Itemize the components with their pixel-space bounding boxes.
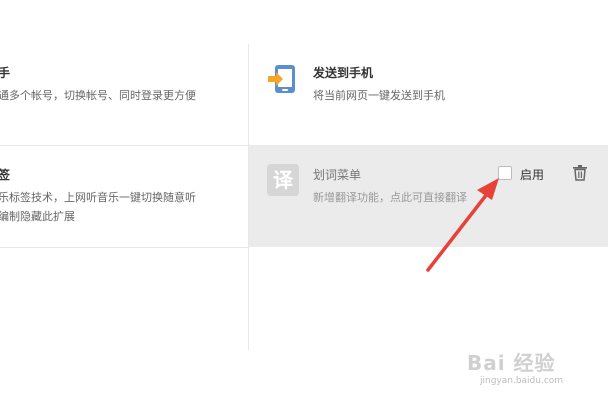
enable-checkbox[interactable] (498, 166, 512, 180)
enable-label[interactable]: 启用 (520, 166, 544, 183)
baidu-watermark-url: jingyan.baidu.com (480, 376, 564, 386)
phone-send-icon (268, 65, 295, 93)
translate-icon: 译 (267, 164, 299, 196)
extension-desc-line-2: 编制隐藏此扩展 (0, 210, 75, 223)
extension-title: 签 (0, 168, 11, 182)
extension-desc: 将当前网页一键发送到手机 (313, 89, 445, 102)
trash-icon[interactable] (573, 165, 587, 181)
extension-card-music-tab[interactable]: 签 乐标签技术，上网听音乐一键切换随意听 编制隐藏此扩展 (0, 146, 248, 247)
row-divider-2 (0, 247, 248, 248)
extension-title: 划词菜单 (313, 168, 362, 182)
translate-icon-glyph: 译 (273, 168, 293, 192)
baidu-watermark-logo: Bai 经验 (467, 351, 556, 375)
extension-desc: 新增翻译功能，点此可直接翻译 (313, 191, 467, 204)
extension-title: 手 (0, 66, 11, 80)
extension-title: 发送到手机 (313, 66, 374, 80)
extension-desc: 通多个帐号，切换帐号、同时登录更方便 (0, 89, 196, 102)
extension-card-account[interactable]: 手 通多个帐号，切换帐号、同时登录更方便 (0, 44, 248, 145)
extension-desc-line-1: 乐标签技术，上网听音乐一键切换随意听 (0, 191, 196, 204)
extension-card-word-menu[interactable]: 译 划词菜单 新增翻译功能，点此可直接翻译 启用 (249, 146, 608, 247)
extension-card-send-to-phone[interactable]: 发送到手机 将当前网页一键发送到手机 (249, 44, 608, 145)
